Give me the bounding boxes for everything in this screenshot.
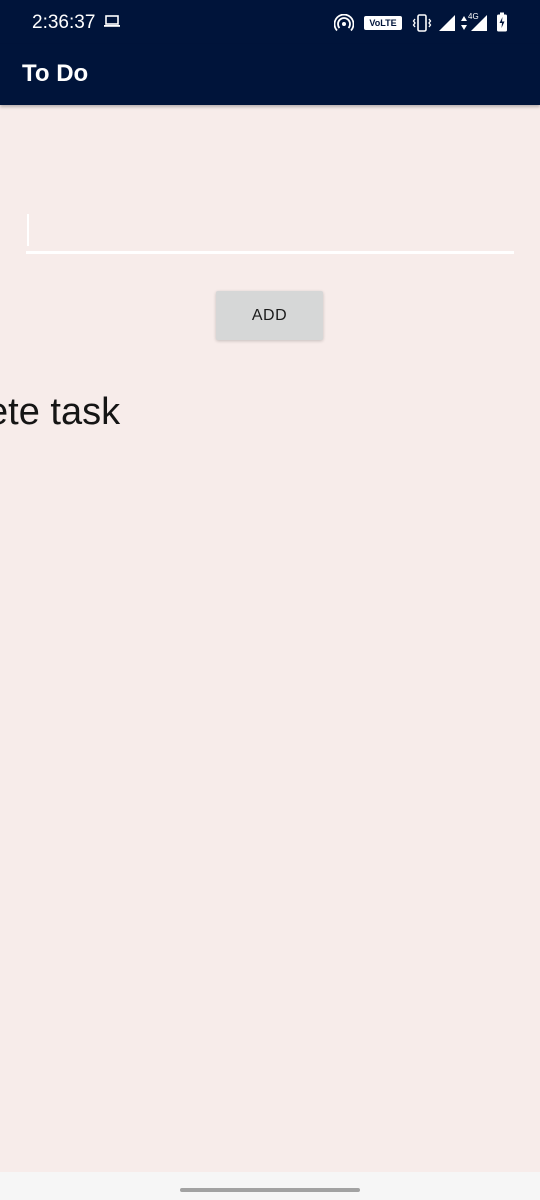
task-input[interactable] (26, 208, 514, 254)
app-bar: To Do (0, 44, 540, 105)
task-item[interactable]: Delete task (0, 388, 540, 438)
app-title: To Do (22, 60, 89, 87)
task-list: Delete task (0, 388, 540, 438)
vibrate-icon (412, 14, 432, 32)
hotspot-icon (334, 14, 354, 32)
volte-badge: VoLTE (364, 16, 402, 30)
task-text: Delete task (0, 391, 121, 433)
laptop-icon (104, 15, 120, 27)
signal-icon (471, 15, 487, 31)
status-time: 2:36:37 (32, 12, 96, 33)
signal-icon (439, 15, 455, 31)
navigation-bar (0, 1172, 540, 1200)
battery-icon (497, 12, 507, 32)
text-cursor (27, 214, 29, 246)
status-bar: 2:36:37 VoLTE 4G (0, 0, 540, 44)
data-arrows-icon (461, 16, 467, 30)
add-button[interactable]: ADD (216, 291, 323, 340)
home-indicator[interactable] (180, 1188, 360, 1192)
